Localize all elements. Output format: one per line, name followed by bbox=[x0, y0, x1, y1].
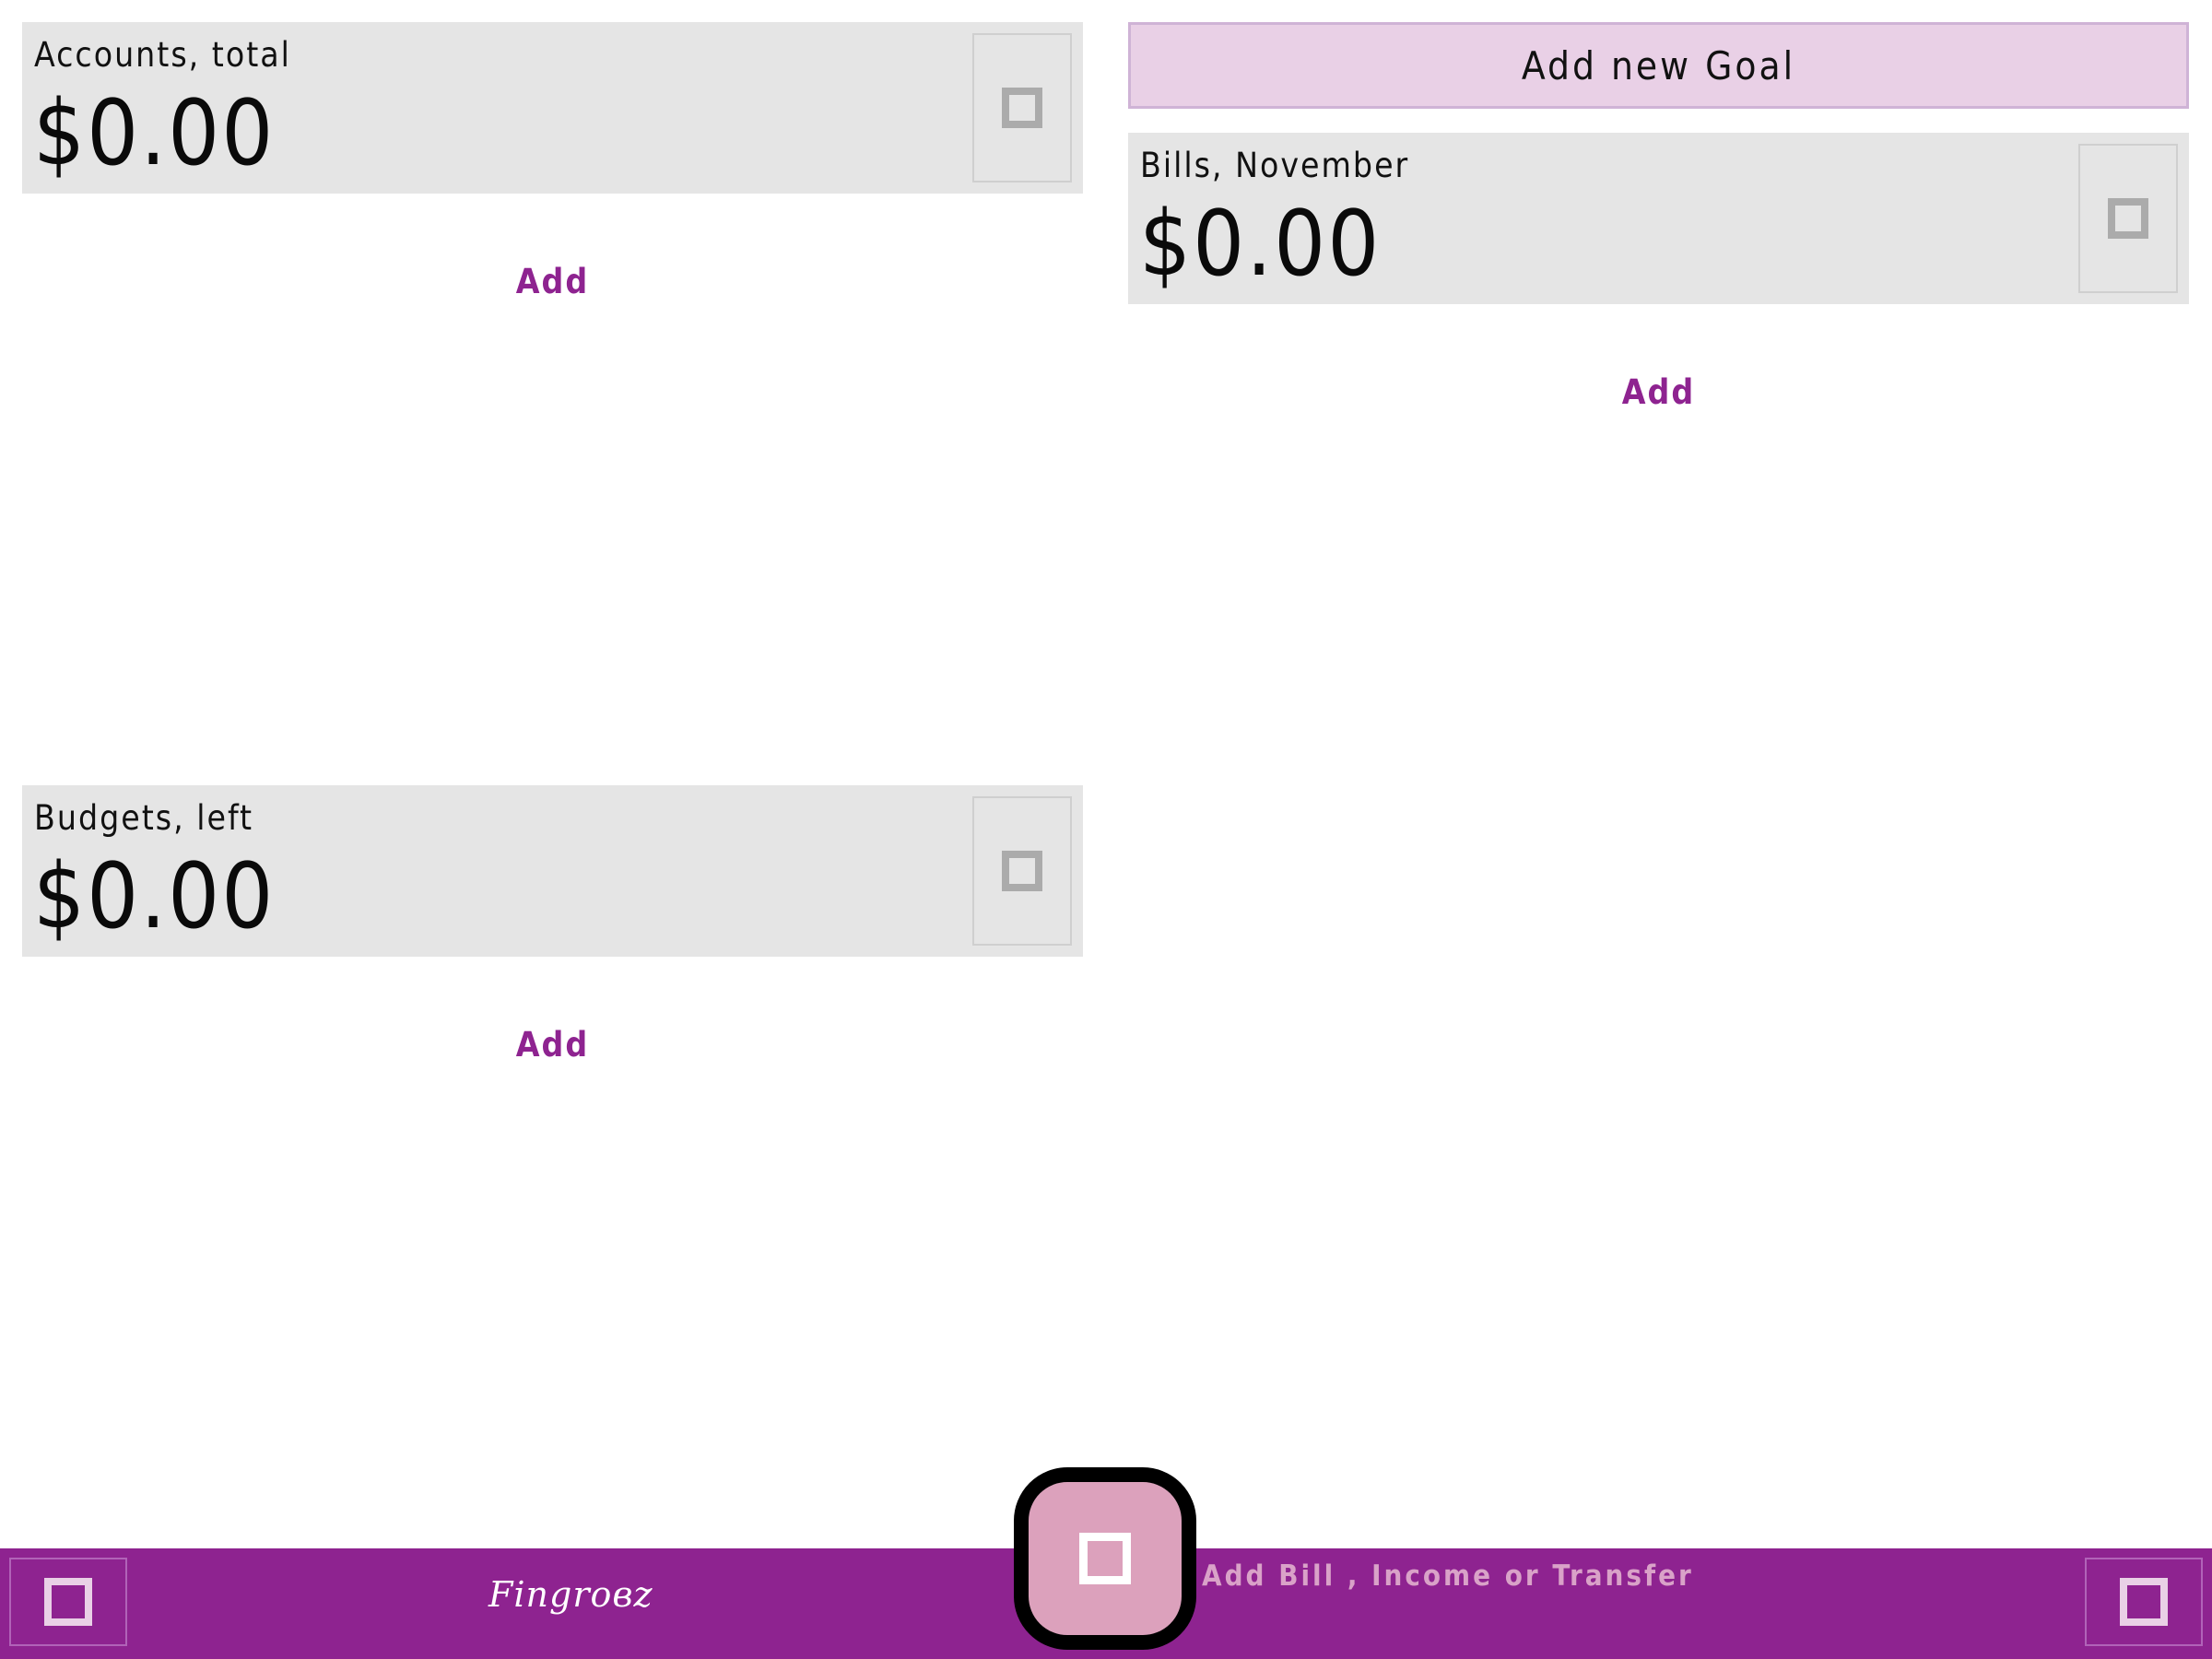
add-budget-link[interactable]: Add bbox=[22, 1025, 1083, 1065]
bills-options-button[interactable] bbox=[2078, 144, 2178, 293]
bills-card[interactable]: Bills, November $0.00 bbox=[1128, 133, 2189, 304]
budgets-card[interactable]: Budgets, left $0.00 bbox=[22, 785, 1083, 957]
add-transaction-caption: Add Bill , Income or Transfer bbox=[1202, 1559, 1694, 1593]
add-transaction-fab[interactable] bbox=[1014, 1467, 1196, 1650]
add-bill-link[interactable]: Add bbox=[1128, 372, 2189, 412]
settings-button[interactable] bbox=[2085, 1558, 2203, 1646]
accounts-title: Accounts, total bbox=[34, 35, 291, 75]
bills-title: Bills, November bbox=[1140, 146, 1410, 185]
square-icon bbox=[1002, 851, 1042, 891]
square-icon bbox=[44, 1578, 92, 1626]
accounts-card[interactable]: Accounts, total $0.00 bbox=[22, 22, 1083, 194]
square-icon bbox=[1002, 88, 1042, 128]
app-root: Accounts, total $0.00 Add Budgets, left … bbox=[0, 0, 2212, 1659]
add-goal-button[interactable]: Add new Goal bbox=[1128, 22, 2189, 109]
budgets-amount: $0.00 bbox=[33, 844, 276, 949]
budgets-options-button[interactable] bbox=[972, 796, 1072, 946]
add-account-link[interactable]: Add bbox=[22, 262, 1083, 301]
menu-button[interactable] bbox=[9, 1558, 127, 1646]
accounts-options-button[interactable] bbox=[972, 33, 1072, 182]
app-logo: Fingroвz bbox=[488, 1574, 653, 1615]
bills-amount: $0.00 bbox=[1139, 192, 1382, 297]
accounts-amount: $0.00 bbox=[33, 81, 276, 186]
square-icon bbox=[2120, 1578, 2168, 1626]
budgets-title: Budgets, left bbox=[34, 798, 254, 838]
square-icon bbox=[2108, 198, 2148, 239]
square-icon bbox=[1079, 1533, 1131, 1584]
